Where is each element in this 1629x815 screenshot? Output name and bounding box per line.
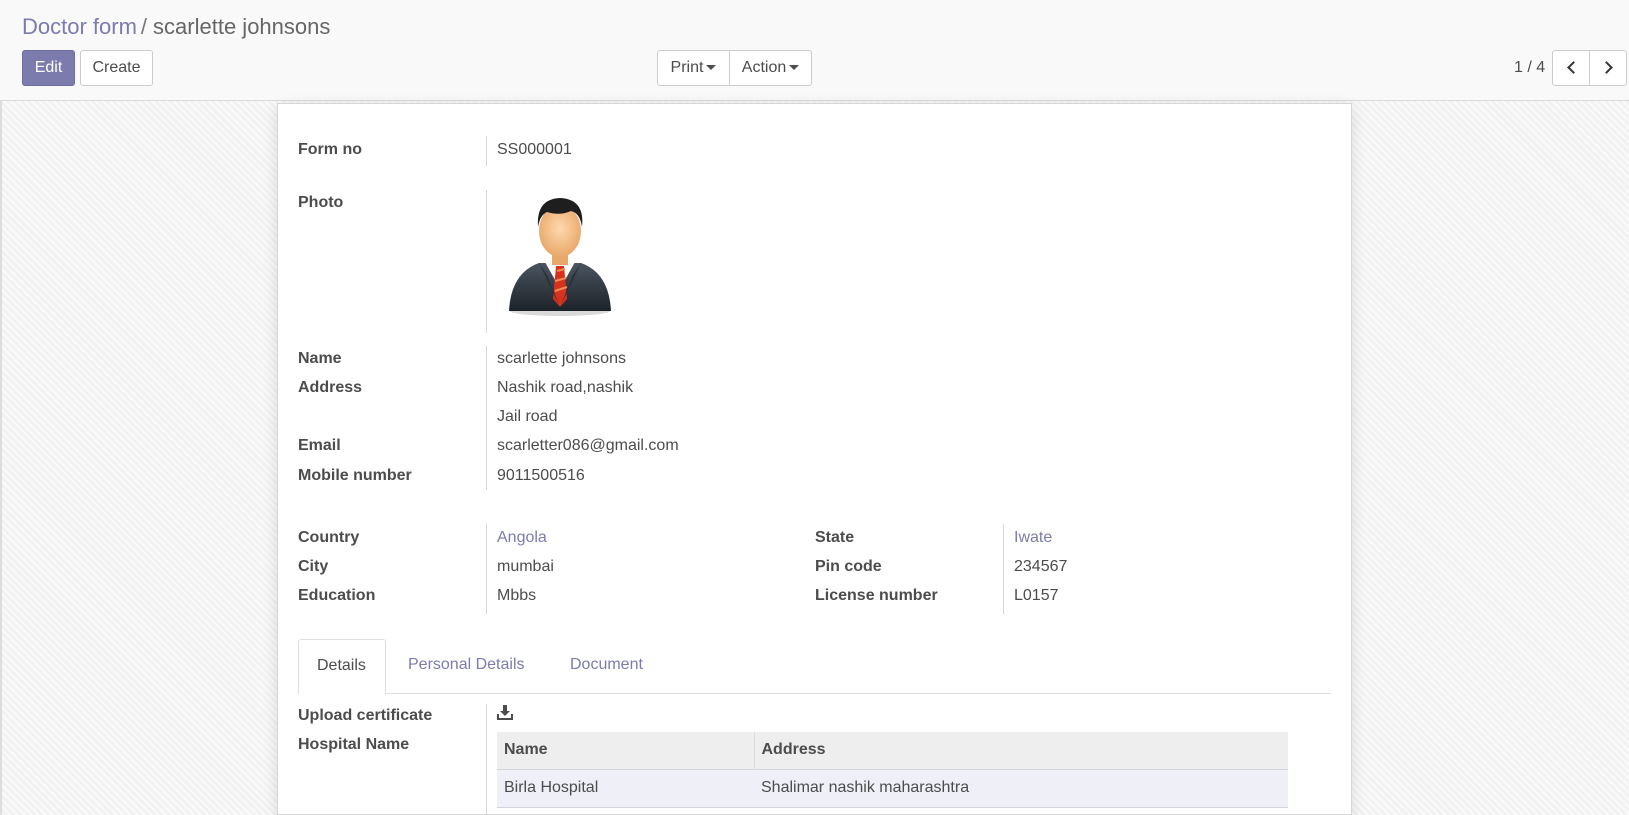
- pager-previous-button[interactable]: [1552, 50, 1590, 86]
- chevron-left-icon: [1566, 61, 1580, 74]
- action-label: Action: [741, 59, 787, 76]
- email-value: scarletter086@gmail.com: [497, 437, 679, 454]
- form-sheet: Form no SS000001 Photo Name scarlette jo…: [277, 103, 1352, 815]
- column-header-address[interactable]: Address: [754, 732, 1288, 769]
- photo-label: Photo: [298, 194, 344, 211]
- download-icon[interactable]: [497, 704, 513, 720]
- doctor-avatar-image[interactable]: [503, 189, 617, 317]
- separator-line: [486, 524, 487, 614]
- separator-line: [486, 136, 487, 166]
- state-link[interactable]: Iwate: [1014, 529, 1052, 547]
- city-label: City: [298, 558, 329, 575]
- tab-personal-details[interactable]: Personal Details: [390, 639, 543, 694]
- license-number-value: L0157: [1014, 587, 1059, 604]
- pager-next-button[interactable]: [1589, 50, 1627, 86]
- separator-line: [1003, 524, 1004, 614]
- pin-code-value: 234567: [1014, 558, 1068, 575]
- caret-down-icon: [789, 65, 800, 71]
- form-no-value: SS000001: [497, 141, 572, 158]
- license-number-label: License number: [815, 587, 938, 604]
- breadcrumb-current: scarlette johnsons: [153, 14, 331, 39]
- email-label: Email: [298, 437, 341, 454]
- upload-certificate-label: Upload certificate: [298, 707, 433, 724]
- print-label: Print: [670, 59, 704, 76]
- breadcrumb: Doctor form / scarlette johnsons: [22, 14, 330, 40]
- hospital-table: Name Address Birla Hospital Shalimar nas…: [497, 732, 1288, 808]
- table-row[interactable]: Birla Hospital Shalimar nashik maharasht…: [497, 768, 1288, 808]
- form-no-label: Form no: [298, 141, 362, 158]
- separator-line: [486, 190, 487, 333]
- print-dropdown-button[interactable]: Print: [657, 50, 730, 86]
- name-value: scarlette johnsons: [497, 350, 626, 367]
- caret-down-icon: [706, 65, 717, 71]
- state-label: State: [815, 529, 855, 546]
- mobile-number-value: 9011500516: [497, 467, 585, 484]
- address-line1-value: Nashik road,nashik: [497, 379, 634, 396]
- country-label: Country: [298, 529, 360, 546]
- edit-button[interactable]: Edit: [22, 50, 75, 86]
- pin-code-label: Pin code: [815, 558, 882, 575]
- table-header-row: Name Address: [497, 732, 1288, 769]
- education-value: Mbbs: [497, 587, 537, 604]
- name-label: Name: [298, 350, 342, 367]
- tab-document[interactable]: Document: [552, 639, 661, 694]
- notebook-tabs: Details Personal Details Document: [298, 639, 1331, 695]
- address-line2-value: Jail road: [497, 408, 558, 425]
- hospital-name-label: Hospital Name: [298, 736, 410, 753]
- hospital-address-cell: Shalimar nashik maharashtra: [754, 768, 1288, 808]
- breadcrumb-parent-link[interactable]: Doctor form: [22, 14, 137, 39]
- city-value: mumbai: [497, 558, 554, 575]
- tab-details[interactable]: Details: [298, 639, 386, 695]
- chevron-right-icon: [1599, 61, 1613, 74]
- education-label: Education: [298, 587, 376, 604]
- mobile-number-label: Mobile number: [298, 467, 412, 484]
- separator-line: [486, 346, 487, 490]
- action-dropdown-button[interactable]: Action: [729, 50, 812, 86]
- create-button[interactable]: Create: [80, 50, 153, 86]
- hospital-name-cell: Birla Hospital: [497, 768, 754, 808]
- separator-line: [486, 704, 487, 815]
- pager-value[interactable]: 1 / 4: [1514, 59, 1545, 77]
- control-panel: Doctor form / scarlette johnsons Edit Crea…: [0, 0, 1629, 101]
- column-header-name[interactable]: Name: [497, 732, 755, 769]
- country-link[interactable]: Angola: [497, 529, 547, 547]
- address-label: Address: [298, 379, 363, 396]
- breadcrumb-separator: /: [140, 14, 148, 39]
